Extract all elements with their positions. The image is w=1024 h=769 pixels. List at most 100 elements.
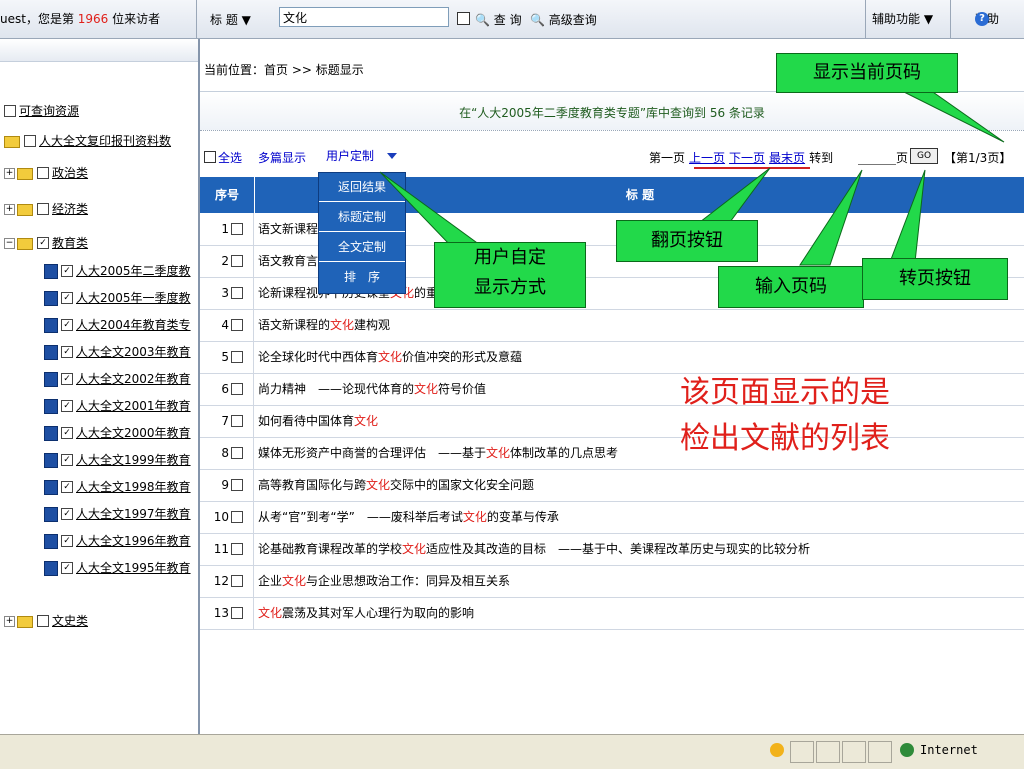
menu-item-sort[interactable]: 排 序 <box>319 263 405 291</box>
select-all-label[interactable]: 全选 <box>218 149 242 166</box>
tree-checkbox[interactable] <box>24 134 36 147</box>
row-title-link[interactable]: 企业文化与企业思想政治工作：同异及相互关系 <box>258 565 510 597</box>
tree-label[interactable]: 人大2005年二季度教 <box>76 264 191 278</box>
tree-checkbox-checked[interactable]: ✓ <box>37 236 49 249</box>
tree-checkbox-checked[interactable]: ✓ <box>61 264 73 277</box>
menu-item-title-custom[interactable]: 标题定制 <box>319 203 405 232</box>
tree-item-rendafulltext[interactable]: 人大全文复印报刊资料数 <box>4 131 171 151</box>
search-button[interactable]: 🔍 查 询 <box>475 11 522 28</box>
tree-label[interactable]: 可查询资源 <box>19 104 79 118</box>
row-checkbox[interactable] <box>231 542 243 555</box>
advanced-search-button[interactable]: 🔍 高级查询 <box>530 11 597 28</box>
tree-checkbox-checked[interactable]: ✓ <box>61 291 73 304</box>
row-checkbox[interactable] <box>231 222 243 235</box>
tree-checkbox-checked[interactable]: ✓ <box>61 426 73 439</box>
row-checkbox[interactable] <box>231 318 243 331</box>
expand-icon[interactable]: + <box>4 616 15 627</box>
tree-label[interactable]: 人大全文2000年教育 <box>76 426 191 440</box>
dropdown-caret-icon[interactable] <box>387 153 397 159</box>
tree-item-db[interactable]: ✓ 人大全文1996年教育 <box>44 531 191 551</box>
tree-checkbox[interactable] <box>37 614 49 627</box>
go-button[interactable]: GO <box>910 148 938 164</box>
row-checkbox[interactable] <box>231 574 243 587</box>
next-page-link[interactable]: 下一页 <box>729 151 765 165</box>
row-checkbox[interactable] <box>231 510 243 523</box>
row-title-link[interactable]: 论基础教育课程改革的学校文化适应性及其改造的目标 ——基于中、美课程改革历史与现… <box>258 533 810 565</box>
row-title-link[interactable]: 如何看待中国体育文化 <box>258 405 378 437</box>
tree-item-db[interactable]: ✓ 人大全文1995年教育 <box>44 558 191 578</box>
multi-display-link[interactable]: 多篇显示 <box>258 149 306 166</box>
last-page-link[interactable]: 最末页 <box>769 151 805 165</box>
tree-checkbox-checked[interactable]: ✓ <box>61 507 73 520</box>
tree-checkbox[interactable] <box>4 104 16 117</box>
tree-label[interactable]: 人大全文2002年教育 <box>76 372 191 386</box>
tree-label[interactable]: 人大全文1998年教育 <box>76 480 191 494</box>
search-checkbox[interactable] <box>457 12 470 25</box>
row-checkbox[interactable] <box>231 254 243 267</box>
assist-menu[interactable]: 辅助功能 ▼ <box>865 0 950 38</box>
tree-checkbox-checked[interactable]: ✓ <box>61 345 73 358</box>
row-checkbox[interactable] <box>231 478 243 491</box>
collapse-icon[interactable]: − <box>4 238 15 249</box>
expand-icon[interactable]: + <box>4 168 15 179</box>
row-checkbox[interactable] <box>231 446 243 459</box>
row-title-link[interactable]: 论全球化时代中西体育文化价值冲突的形式及意蕴 <box>258 341 522 373</box>
tree-label[interactable]: 人大全文1999年教育 <box>76 453 191 467</box>
row-checkbox[interactable] <box>231 286 243 299</box>
tree-item-db[interactable]: ✓ 人大全文2002年教育 <box>44 369 191 389</box>
search-field-select[interactable]: 标 题 ▼ <box>210 11 251 28</box>
select-all-checkbox[interactable] <box>204 151 216 163</box>
tree-item-economy[interactable]: + 经济类 <box>4 199 88 219</box>
tree-label[interactable]: 人大2005年一季度教 <box>76 291 191 305</box>
row-checkbox[interactable] <box>231 382 243 395</box>
row-title-link[interactable]: 语文新课程 <box>258 213 318 245</box>
tree-label[interactable]: 人大全文复印报刊资料数 <box>39 134 171 148</box>
search-input[interactable] <box>279 7 449 27</box>
tree-label[interactable]: 人大全文1995年教育 <box>76 561 191 575</box>
tree-label[interactable]: 政治类 <box>52 166 88 180</box>
tree-item-db[interactable]: ✓ 人大全文1998年教育 <box>44 477 191 497</box>
tree-label[interactable]: 人大全文1997年教育 <box>76 507 191 521</box>
tree-checkbox-checked[interactable]: ✓ <box>61 561 73 574</box>
tree-label[interactable]: 人大全文2003年教育 <box>76 345 191 359</box>
tree-checkbox-checked[interactable]: ✓ <box>61 372 73 385</box>
tree-checkbox-checked[interactable]: ✓ <box>61 480 73 493</box>
tree-checkbox[interactable] <box>37 166 49 179</box>
tree-item-politics[interactable]: + 政治类 <box>4 163 88 183</box>
menu-item-fulltext-custom[interactable]: 全文定制 <box>319 233 405 262</box>
expand-icon[interactable]: + <box>4 204 15 215</box>
tree-checkbox-checked[interactable]: ✓ <box>61 453 73 466</box>
row-title-link[interactable]: 尚力精神 ——论现代体育的文化符号价值 <box>258 373 486 405</box>
tree-root[interactable]: 可查询资源 <box>4 101 79 121</box>
tree-item-db[interactable]: ✓ 人大全文2000年教育 <box>44 423 191 443</box>
row-title-link[interactable]: 语文教育言 <box>258 245 318 277</box>
tree-item-db[interactable]: ✓ 人大2005年一季度教 <box>44 288 191 308</box>
row-checkbox[interactable] <box>231 350 243 363</box>
row-checkbox[interactable] <box>231 414 243 427</box>
tree-label[interactable]: 人大2004年教育类专 <box>76 318 191 332</box>
tree-label[interactable]: 人大全文1996年教育 <box>76 534 191 548</box>
tree-item-db[interactable]: ✓ 人大全文2003年教育 <box>44 342 191 362</box>
row-title-link[interactable]: 从考“官”到考“学” ——废科举后考试文化的变革与传承 <box>258 501 559 533</box>
tree-item-db[interactable]: ✓ 人大2004年教育类专 <box>44 315 191 335</box>
tree-label[interactable]: 人大全文2001年教育 <box>76 399 191 413</box>
tree-checkbox[interactable] <box>37 202 49 215</box>
tree-item-db[interactable]: ✓ 人大全文1997年教育 <box>44 504 191 524</box>
row-title-link[interactable]: 高等教育国际化与跨文化交际中的国家文化安全问题 <box>258 469 534 501</box>
tree-item-education[interactable]: − ✓ 教育类 <box>4 233 88 253</box>
tree-label[interactable]: 教育类 <box>52 236 88 250</box>
menu-item-return[interactable]: 返回结果 <box>319 173 405 202</box>
tree-item-db[interactable]: ✓ 人大全文2001年教育 <box>44 396 191 416</box>
tree-item-history[interactable]: + 文史类 <box>4 611 88 631</box>
page-number-input[interactable] <box>858 148 896 165</box>
tree-checkbox-checked[interactable]: ✓ <box>61 399 73 412</box>
tree-item-db[interactable]: ✓ 人大全文1999年教育 <box>44 450 191 470</box>
tree-item-db[interactable]: ✓ 人大2005年二季度教 <box>44 261 191 281</box>
tree-label[interactable]: 文史类 <box>52 614 88 628</box>
user-custom-menu[interactable]: 用户定制 <box>326 147 374 164</box>
tree-checkbox-checked[interactable]: ✓ <box>61 534 73 547</box>
row-title-link[interactable]: 文化震荡及其对军人心理行为取向的影响 <box>258 597 474 629</box>
tree-checkbox-checked[interactable]: ✓ <box>61 318 73 331</box>
prev-page-link[interactable]: 上一页 <box>689 151 725 165</box>
tree-label[interactable]: 经济类 <box>52 202 88 216</box>
